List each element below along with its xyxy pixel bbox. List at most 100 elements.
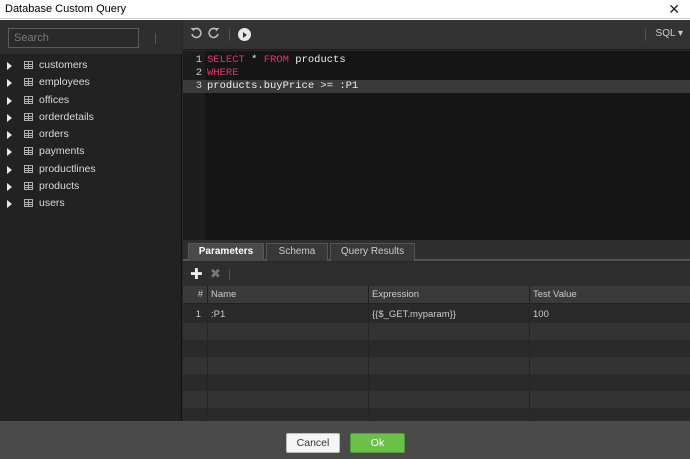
line-number: 1 [195, 54, 202, 66]
cell [183, 391, 208, 408]
code-text: products.buyPrice >= :P1 [207, 80, 358, 93]
tree-item-productlines[interactable]: productlines [0, 161, 182, 178]
language-label: SQL [655, 28, 676, 39]
column-header-name[interactable]: Name [208, 286, 369, 304]
column-header-index[interactable]: # [183, 286, 208, 304]
cell [208, 374, 369, 391]
tree-item-label: offices [39, 93, 70, 106]
cell [369, 340, 530, 357]
code-text: SELECT * FROM products [207, 54, 346, 67]
code-line[interactable]: 2 WHERE [183, 67, 690, 80]
tree-item-label: customers [39, 59, 88, 71]
add-icon[interactable]: ✚ [190, 265, 203, 283]
cell [208, 408, 369, 421]
tab-query-results[interactable]: Query Results [330, 243, 415, 261]
table-sidebar: customers employees offices orderdetails… [0, 20, 182, 421]
tree-item-label: productlines [39, 162, 96, 175]
code-line[interactable]: 1 SELECT * FROM products [183, 54, 690, 67]
divider [229, 29, 230, 41]
search-input[interactable] [8, 28, 139, 48]
table-icon [24, 199, 33, 208]
tree-item-customers[interactable]: customers [0, 57, 182, 74]
expand-caret-icon[interactable] [7, 113, 12, 122]
tree-item-orders[interactable]: orders [0, 126, 182, 143]
close-icon[interactable]: ✕ [668, 1, 680, 17]
cell [208, 357, 369, 374]
tree-item-label: employees [39, 76, 90, 89]
table-icon [24, 95, 33, 104]
cancel-button[interactable]: Cancel [286, 433, 340, 453]
table-row[interactable]: 1 :P1 {{$_GET.myparam}} 100 [183, 306, 690, 323]
query-panel: SQL ▾ 1 SELECT * FROM products 2 WHERE 3… [183, 20, 690, 421]
tab-parameters[interactable]: Parameters [188, 243, 264, 261]
tab-schema[interactable]: Schema [266, 243, 328, 261]
expand-caret-icon[interactable] [7, 96, 12, 105]
ok-button[interactable]: Ok [350, 433, 405, 453]
divider [645, 29, 646, 41]
cell-expression[interactable]: {{$_GET.myparam}} [369, 306, 530, 323]
cell-index: 1 [183, 306, 208, 323]
column-header-expression[interactable]: Expression [369, 286, 530, 304]
cell [183, 340, 208, 357]
expand-caret-icon[interactable] [7, 148, 12, 157]
tree-item-products[interactable]: products [0, 178, 182, 195]
code-text: WHERE [207, 67, 239, 80]
divider [155, 33, 156, 44]
parameters-grid: # Name Expression Test Value 1 :P1 {{$_G… [183, 286, 690, 421]
run-icon[interactable] [238, 28, 251, 41]
keyword: FROM [263, 54, 289, 66]
expand-caret-icon[interactable] [7, 183, 12, 192]
tree-item-users[interactable]: users [0, 195, 182, 212]
expand-caret-icon[interactable] [7, 200, 12, 209]
table-icon [24, 61, 33, 69]
cell [208, 391, 369, 408]
table-row-empty [183, 340, 690, 357]
code-token: * [244, 54, 264, 66]
window-title: Database Custom Query [5, 3, 127, 15]
column-header-test-value[interactable]: Test Value [530, 286, 690, 304]
table-row-empty [183, 374, 690, 391]
tree-item-employees[interactable]: employees [0, 74, 182, 91]
expand-caret-icon[interactable] [7, 62, 12, 70]
cell [208, 323, 369, 340]
bottom-tabs: Parameters Schema Query Results [183, 240, 690, 261]
keyword: WHERE [207, 67, 239, 79]
redo-icon[interactable] [206, 27, 222, 43]
expand-caret-icon[interactable] [7, 79, 12, 88]
table-icon [24, 182, 33, 191]
search-bar [0, 20, 182, 54]
cell [369, 323, 530, 340]
expand-caret-icon[interactable] [7, 165, 12, 174]
sql-editor[interactable]: 1 SELECT * FROM products 2 WHERE 3 produ… [183, 51, 690, 240]
editor-toolbar: SQL ▾ [183, 20, 690, 50]
code-token: products.buyPrice >= :P1 [207, 80, 359, 92]
cell [208, 340, 369, 357]
chevron-down-icon: ▾ [677, 28, 683, 39]
grid-header: # Name Expression Test Value [183, 286, 690, 304]
cell [183, 374, 208, 391]
table-icon [24, 130, 33, 139]
tree-item-payments[interactable]: payments [0, 143, 182, 160]
cell [183, 408, 208, 421]
language-select[interactable]: SQL ▾ [656, 28, 683, 39]
expand-caret-icon[interactable] [7, 131, 12, 140]
table-row-empty [183, 408, 690, 421]
parameters-toolbar: ✚ ✖ [183, 263, 690, 285]
undo-icon[interactable] [188, 27, 204, 43]
table-icon [24, 78, 33, 87]
tree-item-offices[interactable]: offices [0, 92, 182, 109]
cell-name[interactable]: :P1 [208, 306, 369, 323]
tree-item-label: payments [39, 145, 85, 158]
table-row-empty [183, 391, 690, 408]
code-token: products [288, 54, 346, 66]
dialog-footer: Cancel Ok [0, 421, 690, 459]
cell [369, 357, 530, 374]
line-number: 3 [195, 80, 202, 92]
cell [183, 323, 208, 340]
table-row-empty [183, 357, 690, 374]
table-row-empty [183, 323, 690, 340]
code-line-active[interactable]: 3 products.buyPrice >= :P1 [183, 80, 690, 93]
tree-item-orderdetails[interactable]: orderdetails [0, 109, 182, 126]
cell-test-value[interactable]: 100 [530, 306, 690, 323]
delete-icon[interactable]: ✖ [210, 266, 221, 282]
